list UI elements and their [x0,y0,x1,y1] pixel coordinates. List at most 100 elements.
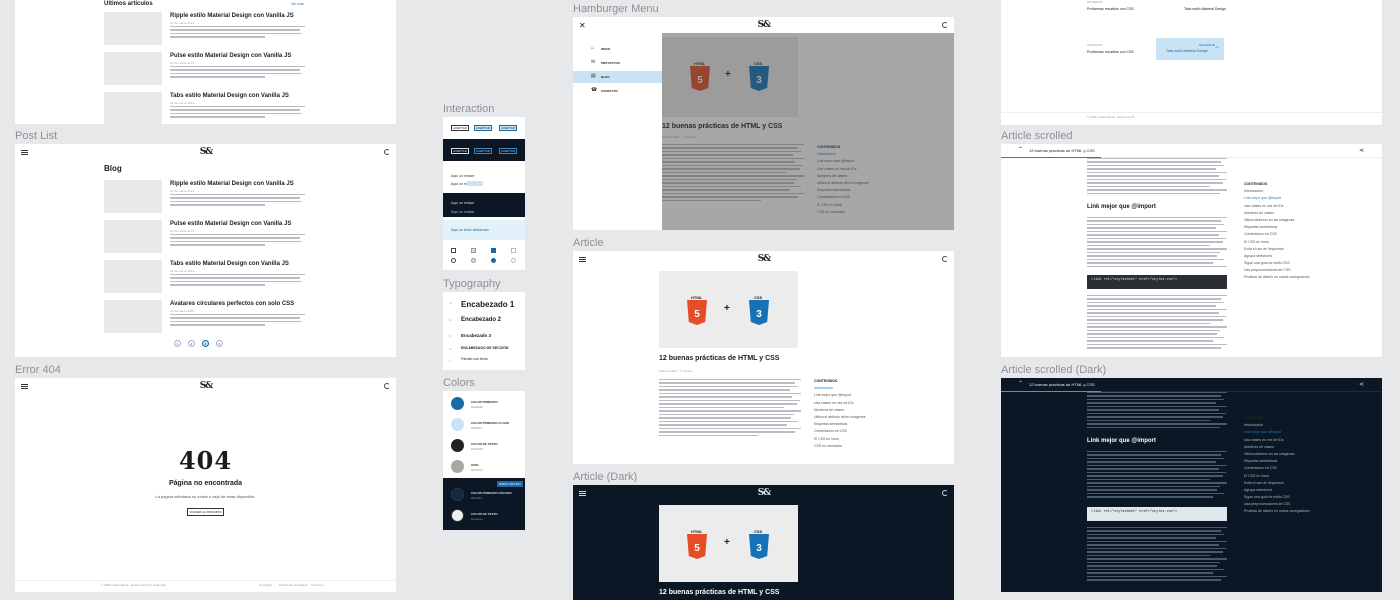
toc-item[interactable]: Introducción [814,386,866,390]
accept-button-dark-hover[interactable]: ACEPTAR [474,148,492,154]
link-normal[interactable]: Aquí un enlace [451,174,474,178]
toc-item[interactable]: Evita el uso de !important [1244,247,1310,251]
footer-link-privacy[interactable]: Política de privacidad [279,583,308,587]
next-title[interactable]: Tabs estilo Material Design [1184,7,1226,11]
toc-item[interactable]: Agrupa selectores [1244,254,1310,258]
toc-item[interactable]: Pruebas de diseño en varios navegadores [1244,509,1310,513]
hamburger-icon[interactable] [21,149,28,155]
dark-mode-icon[interactable] [942,490,948,496]
site-logo[interactable]: S& [758,488,772,498]
radio-1[interactable] [451,258,456,263]
toc-item[interactable]: Utiliza el atributo alt en imágenes [814,415,866,419]
toc-item[interactable]: Link mejor que @import [1244,430,1310,434]
post-thumbnail[interactable] [104,220,162,253]
pagination-page-1[interactable]: 1 [174,340,181,347]
back-home-button[interactable]: VOLVER AL PRINCIPIO [187,508,224,516]
post-thumbnail[interactable] [104,92,162,124]
checkbox-4[interactable] [511,248,516,253]
toc-item[interactable]: Nombres de clases [814,408,866,412]
toc-item[interactable]: Sigue una guía de estilo CSS [1244,495,1310,499]
toc-item[interactable]: Usa preprocesadores de CSS [1244,502,1310,506]
nav-item-proyectos[interactable]: ✉ PROYECTOS [573,57,662,69]
toc-item[interactable]: Sigue una guía de estilo CSS [1244,261,1310,265]
toc-item[interactable]: Usa clases en vez de IDs [1244,204,1310,208]
radio-3[interactable] [491,258,496,263]
site-logo[interactable]: S& [758,20,772,30]
hamburger-icon[interactable] [579,256,586,262]
pagination-page-4[interactable]: 4 [216,340,223,347]
post-thumbnail[interactable] [104,260,162,293]
post-thumbnail[interactable] [104,300,162,333]
accept-button-dark[interactable]: ACEPTAR [451,148,469,154]
pagination-page-2[interactable]: 2 [188,340,195,347]
next-card[interactable]: SIGUIENTE Tabs estilo Material Design → [1156,38,1224,60]
toc-item[interactable]: Comentarios en CSS [1244,232,1310,236]
post-title[interactable]: Pulse estilo Material Design con Vanilla… [170,53,291,59]
footer-link-terms[interactable]: Términos [311,583,324,587]
toc-item[interactable]: Agrupa selectores [1244,488,1310,492]
accept-button-default[interactable]: ACEPTAR [451,125,469,131]
post-thumbnail[interactable] [104,52,162,85]
site-logo[interactable]: S& [200,147,214,157]
hamburger-icon[interactable] [21,383,28,389]
site-logo[interactable]: S& [200,381,214,391]
nav-item-inicio[interactable]: ⌂ INICIO [573,43,662,55]
radio-2[interactable] [471,258,476,263]
site-logo[interactable]: S& [758,254,772,264]
scroll-up-icon[interactable]: ⌃ [1018,380,1023,387]
prev-title[interactable]: Problemas resueltos con CSS [1087,7,1134,11]
post-thumbnail[interactable] [104,180,162,213]
checkbox-2[interactable] [471,248,476,253]
toc-item[interactable]: Pruebas de diseño en varios navegadores [1244,275,1310,279]
toc-item[interactable]: CSS no necesario [814,444,866,448]
checkbox-1[interactable] [451,248,456,253]
toc-item[interactable]: Usa preprocesadores de CSS [1244,268,1310,272]
nav-item-contacto[interactable]: ☎ CONTACTO [573,85,662,97]
toc-item[interactable]: Link mejor que @import [814,393,866,397]
toc-item[interactable]: Comentarios en CSS [814,429,866,433]
post-title[interactable]: Ripple estilo Material Design con Vanill… [170,13,294,19]
dark-mode-icon[interactable] [384,149,390,155]
nav-item-blog[interactable]: ▤ BLOG [573,71,662,83]
dark-mode-icon[interactable] [942,256,948,262]
toc-item[interactable]: Evita el uso de !important [1244,481,1310,485]
toc-item[interactable]: Etiquetas semánticas [814,422,866,426]
close-icon[interactable]: ✕ [579,21,586,30]
dark-mode-icon[interactable] [384,383,390,389]
accept-button-dark-active[interactable]: ACEPTAR [499,148,517,154]
footer-link-copyright[interactable]: Copyright [259,583,272,587]
toc-item[interactable]: Utiliza atributos en las imágenes [1244,452,1310,456]
toc-item[interactable]: Utiliza atributos en las imágenes [1244,218,1310,222]
toc-item[interactable]: Nombres de clases [1244,211,1310,215]
accept-button-active[interactable]: ACEPTAR [499,125,517,131]
post-title[interactable]: Ripple estilo Material Design con Vanill… [170,181,294,187]
toc-item[interactable]: El CSS en línea [814,437,866,441]
share-icon[interactable]: ⋖ [1359,147,1364,154]
toc-item[interactable]: Usa clases en vez de IDs [814,401,866,405]
toc-item[interactable]: Link mejor que @import [1244,196,1310,200]
toc-item[interactable]: Etiquetas semánticas [1244,459,1310,463]
post-title[interactable]: Pulse estilo Material Design con Vanilla… [170,221,291,227]
prev-title-2[interactable]: Problemas resueltos con CSS [1087,50,1134,54]
radio-4[interactable] [511,258,516,263]
see-more-link[interactable]: Ver más [291,2,304,6]
scroll-up-icon[interactable]: ⌃ [1018,146,1023,153]
toc-item[interactable]: Nombres de clases [1244,445,1310,449]
link-dark-hover[interactable]: Aquí un enlace [451,210,474,214]
toc-item[interactable]: Comentarios en CSS [1244,466,1310,470]
toc-item[interactable]: Introducción [1244,189,1310,193]
dark-mode-icon[interactable] [941,22,948,28]
toc-item[interactable]: El CSS en línea [1244,474,1310,478]
post-title[interactable]: Tabs estilo Material Design con Vanilla … [170,93,289,99]
hamburger-icon[interactable] [579,490,586,496]
toc-item[interactable]: Usa clases en vez de IDs [1244,438,1310,442]
toc-item[interactable]: Etiquetas semánticas [1244,225,1310,229]
checkbox-3[interactable] [491,248,496,253]
post-title[interactable]: Avatares circulares perfectos con solo C… [170,301,294,307]
toc-item[interactable]: El CSS en línea [1244,240,1310,244]
accept-button-hover[interactable]: ACEPTAR [474,125,492,131]
link-dark-normal[interactable]: Aquí un enlace [451,201,474,205]
share-icon[interactable]: ⋖ [1359,381,1364,388]
pagination-page-3[interactable]: 3 [202,340,209,347]
post-title[interactable]: Tabs estilo Material Design con Vanilla … [170,261,289,267]
